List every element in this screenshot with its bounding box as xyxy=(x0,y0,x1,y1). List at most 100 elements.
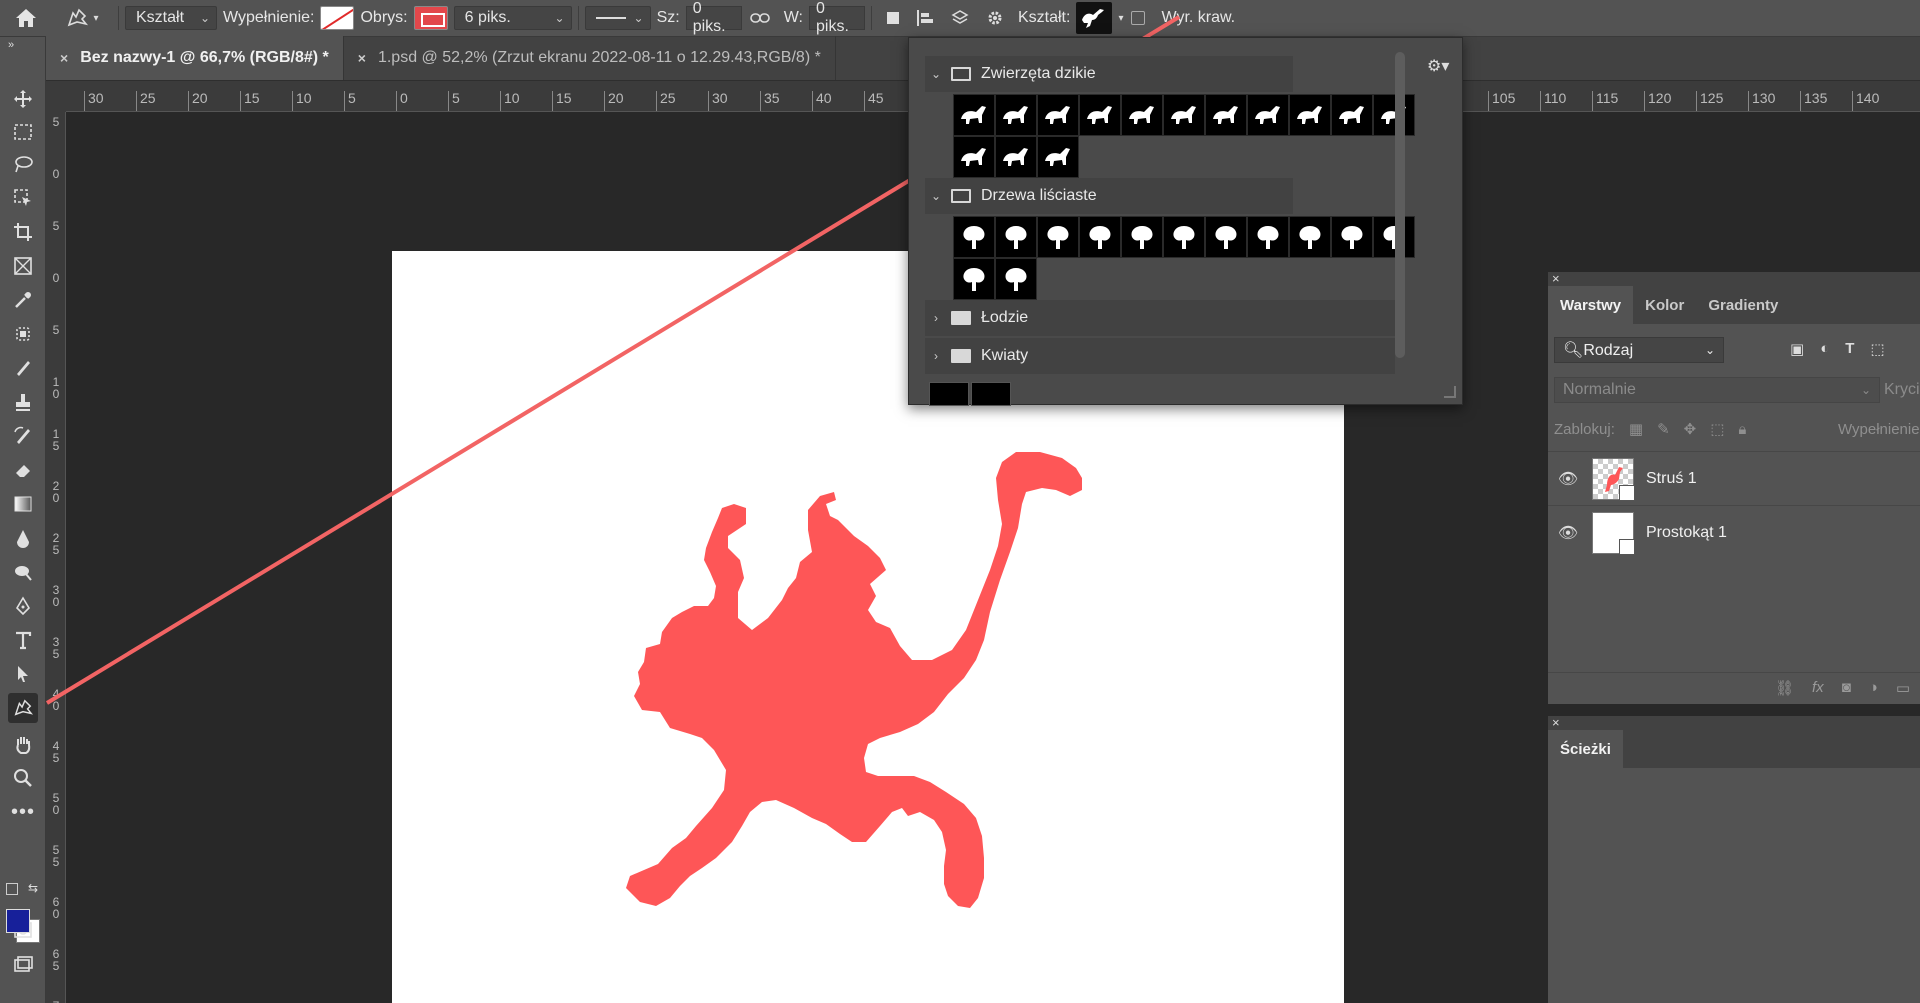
screen-mode-icon[interactable] xyxy=(8,949,38,979)
blur-tool-icon[interactable] xyxy=(8,523,38,553)
crop-tool-icon[interactable] xyxy=(8,217,38,247)
shape-picker-button[interactable] xyxy=(1076,2,1113,34)
shape-group-boats[interactable]: › Łodzie xyxy=(925,300,1395,336)
marquee-tool-icon[interactable] xyxy=(8,117,38,147)
path-alignment-icon[interactable] xyxy=(908,0,942,37)
tree-shape-icon[interactable] xyxy=(1121,216,1163,258)
move-tool-icon[interactable] xyxy=(8,84,38,114)
animal-shape-icon[interactable] xyxy=(1121,94,1163,136)
object-selection-tool-icon[interactable] xyxy=(8,183,38,213)
stroke-swatch[interactable] xyxy=(413,6,448,30)
tool-preset-picker[interactable]: ▾ xyxy=(52,0,112,37)
path-arrangement-icon[interactable] xyxy=(942,0,978,37)
default-colors-icon[interactable] xyxy=(6,883,18,895)
lock-all-icon[interactable]: 🔒︎ xyxy=(1738,421,1746,438)
frame-tool-icon[interactable] xyxy=(8,251,38,281)
tree-shape-icon[interactable] xyxy=(1331,216,1373,258)
type-tool-icon[interactable] xyxy=(8,625,38,655)
animal-shape-icon[interactable] xyxy=(1205,94,1247,136)
lasso-tool-icon[interactable] xyxy=(8,149,38,179)
visibility-eye-icon[interactable]: 👁︎ xyxy=(1548,469,1588,489)
animal-shape-icon[interactable] xyxy=(953,136,995,178)
shape-group-wild-animals[interactable]: ⌄ Zwierzęta dzikie xyxy=(925,56,1293,92)
height-input[interactable]: 0 piks. xyxy=(808,0,865,35)
close-panel-icon[interactable]: × xyxy=(1548,716,1920,730)
gear-icon[interactable] xyxy=(978,0,1012,37)
zoom-tool-icon[interactable] xyxy=(8,763,38,793)
tab-document-2[interactable]: × 1.psd @ 52,2% (Zrzut ekranu 2022-08-11… xyxy=(344,36,836,80)
animal-shape-icon[interactable] xyxy=(995,94,1037,136)
fx-icon[interactable]: fx xyxy=(1812,679,1824,696)
type-filter-icon[interactable]: T xyxy=(1845,340,1854,358)
layer-row[interactable]: 👁︎ Struś 1 xyxy=(1548,451,1920,505)
lock-position-icon[interactable]: ✥ xyxy=(1684,420,1697,438)
adjustment-layer-icon[interactable]: ◑ xyxy=(1869,679,1878,696)
tree-shape-icon[interactable] xyxy=(1289,216,1331,258)
pen-tool-icon[interactable] xyxy=(8,591,38,621)
animal-shape-icon[interactable] xyxy=(1247,94,1289,136)
tree-shape-icon[interactable] xyxy=(1205,216,1247,258)
lock-transparent-icon[interactable]: ▦ xyxy=(1629,420,1643,438)
shape-group-flowers[interactable]: › Kwiaty xyxy=(925,338,1395,374)
popup-scrollbar[interactable] xyxy=(1395,52,1405,358)
new-group-icon[interactable]: ▭ xyxy=(1896,679,1910,697)
tool-mode-select[interactable]: Kształt ⌄ xyxy=(125,6,217,30)
width-input[interactable]: 0 piks. xyxy=(685,0,742,35)
more-tools-icon[interactable]: ••• xyxy=(8,797,38,827)
spot-healing-tool-icon[interactable] xyxy=(8,319,38,349)
animal-shape-icon[interactable] xyxy=(1079,94,1121,136)
lock-artboard-icon[interactable]: ⬚ xyxy=(1710,420,1724,438)
tree-shape-icon[interactable] xyxy=(1373,216,1415,258)
adjustment-filter-icon[interactable]: ◐ xyxy=(1820,340,1829,358)
animal-shape-icon[interactable] xyxy=(995,136,1037,178)
close-panel-icon[interactable]: × xyxy=(1548,272,1920,286)
eraser-tool-icon[interactable] xyxy=(8,455,38,485)
close-icon[interactable]: × xyxy=(60,50,68,66)
image-filter-icon[interactable]: ▣ xyxy=(1790,340,1804,358)
stroke-width-input[interactable]: 6 piks. ⌄ xyxy=(453,6,572,30)
tab-layers[interactable]: Warstwy xyxy=(1548,286,1634,324)
chevron-down-icon[interactable]: ▾ xyxy=(1118,13,1123,24)
tree-shape-icon[interactable] xyxy=(1079,216,1121,258)
custom-shape-tool-icon[interactable] xyxy=(8,693,38,723)
hand-tool-icon[interactable] xyxy=(8,729,38,759)
dodge-tool-icon[interactable] xyxy=(8,557,38,587)
path-operations-icon[interactable] xyxy=(878,0,908,37)
foreground-color[interactable] xyxy=(6,909,30,933)
animal-shape-icon[interactable] xyxy=(1037,94,1079,136)
shape-group-deciduous-trees[interactable]: ⌄ Drzewa liściaste xyxy=(925,178,1293,214)
lock-image-icon[interactable]: ✎ xyxy=(1657,420,1670,438)
link-icon[interactable] xyxy=(742,0,778,37)
stroke-type-select[interactable]: ⌄ xyxy=(584,6,651,30)
link-layers-icon[interactable]: ⛓︎ xyxy=(1775,679,1794,697)
animal-shape-icon[interactable] xyxy=(1037,136,1079,178)
close-icon[interactable]: × xyxy=(358,50,366,66)
animal-shape-icon[interactable] xyxy=(953,94,995,136)
fill-swatch[interactable] xyxy=(320,6,355,30)
blend-mode-select[interactable]: Normalnie ⌄ xyxy=(1554,377,1880,403)
layer-row[interactable]: 👁︎ Prostokąt 1 xyxy=(1548,505,1920,559)
align-edges-checkbox[interactable] xyxy=(1131,11,1146,25)
tab-document-1[interactable]: × Bez nazwy-1 @ 66,7% (RGB/8#) * xyxy=(46,36,344,80)
animal-shape-icon[interactable] xyxy=(1163,94,1205,136)
gradient-tool-icon[interactable] xyxy=(8,489,38,519)
tree-shape-icon[interactable] xyxy=(1247,216,1289,258)
visibility-eye-icon[interactable]: 👁︎ xyxy=(1548,523,1588,543)
brush-tool-icon[interactable] xyxy=(8,353,38,383)
stamp-tool-icon[interactable] xyxy=(8,387,38,417)
shape-filter-icon[interactable]: ⬚ xyxy=(1870,340,1884,358)
gear-icon[interactable]: ⚙▾ xyxy=(1427,56,1449,76)
collapse-toolbar-icon[interactable]: » xyxy=(0,37,45,57)
swap-colors-icon[interactable]: ⇆ xyxy=(28,881,38,895)
add-mask-icon[interactable]: ◙ xyxy=(1842,679,1851,696)
eyedropper-tool-icon[interactable] xyxy=(8,285,38,315)
path-selection-tool-icon[interactable] xyxy=(8,659,38,689)
tree-shape-icon[interactable] xyxy=(995,258,1037,300)
animal-shape-icon[interactable] xyxy=(1373,94,1415,136)
layer-filter-select[interactable]: 🔍︎Rodzaj ⌄ xyxy=(1554,337,1724,363)
tree-shape-icon[interactable] xyxy=(1037,216,1079,258)
tab-paths[interactable]: Ścieżki xyxy=(1548,730,1623,768)
home-button[interactable] xyxy=(0,0,52,37)
tab-color[interactable]: Kolor xyxy=(1633,286,1696,324)
animal-shape-icon[interactable] xyxy=(1289,94,1331,136)
